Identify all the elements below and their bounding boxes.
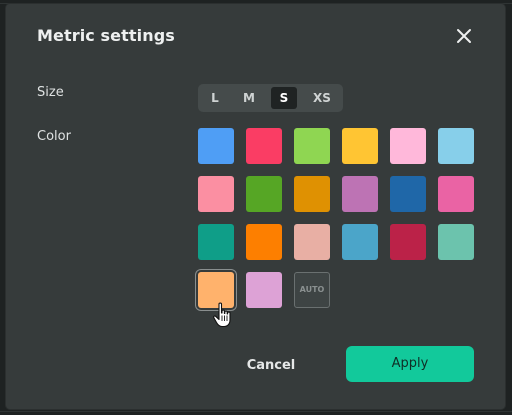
color-swatch[interactable]: [438, 128, 474, 164]
close-icon: [457, 29, 471, 43]
color-swatch[interactable]: [342, 224, 378, 260]
cancel-button[interactable]: Cancel: [234, 348, 308, 384]
color-swatch[interactable]: [294, 128, 330, 164]
color-swatch[interactable]: [342, 128, 378, 164]
color-swatch[interactable]: [198, 128, 234, 164]
color-swatch[interactable]: [294, 224, 330, 260]
size-option-s[interactable]: S: [271, 87, 297, 109]
size-label: Size: [37, 85, 64, 100]
color-swatch[interactable]: [438, 176, 474, 212]
backdrop-divider: [0, 411, 512, 412]
color-swatch[interactable]: [390, 176, 426, 212]
color-swatch[interactable]: [246, 128, 282, 164]
color-swatch[interactable]: [246, 272, 282, 308]
color-swatch[interactable]: [198, 224, 234, 260]
color-swatch[interactable]: [294, 176, 330, 212]
apply-button[interactable]: Apply: [346, 346, 474, 382]
size-option-l[interactable]: L: [202, 87, 228, 109]
color-swatch[interactable]: [246, 176, 282, 212]
size-selector: L M S XS: [198, 84, 343, 112]
close-button[interactable]: [454, 26, 474, 46]
color-swatch[interactable]: [390, 128, 426, 164]
color-swatch[interactable]: [198, 272, 234, 308]
size-option-xs[interactable]: XS: [305, 87, 339, 109]
color-swatch[interactable]: [438, 224, 474, 260]
color-label: Color: [37, 129, 71, 144]
dialog-title: Metric settings: [37, 26, 175, 45]
color-swatch[interactable]: [198, 176, 234, 212]
metric-settings-dialog: Metric settings Size L M S XS Color AUTO…: [6, 4, 505, 409]
color-swatch[interactable]: [246, 224, 282, 260]
color-swatch[interactable]: [342, 176, 378, 212]
color-swatch[interactable]: [390, 224, 426, 260]
size-option-m[interactable]: M: [236, 87, 262, 109]
auto-color-button[interactable]: AUTO: [294, 272, 330, 308]
